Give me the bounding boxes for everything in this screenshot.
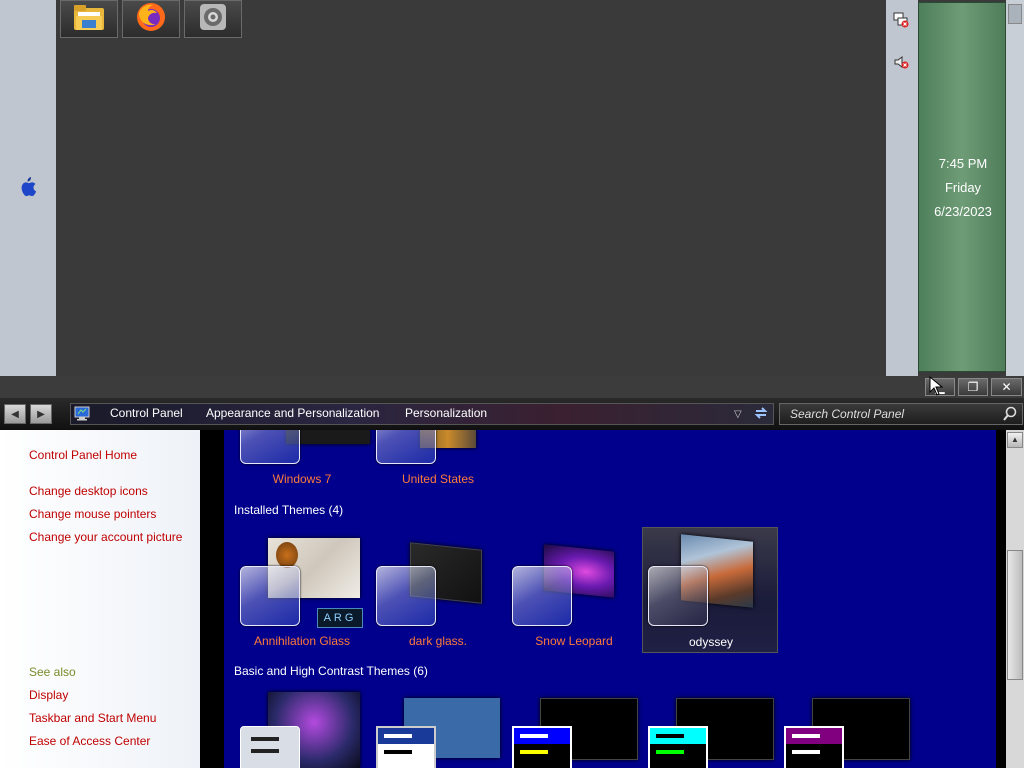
swatch-bar <box>520 750 548 754</box>
file-explorer-icon <box>72 2 106 37</box>
change-desktop-icons-link[interactable]: Change desktop icons <box>29 484 148 498</box>
apple-icon[interactable] <box>18 176 38 198</box>
swatch-bar <box>251 749 279 753</box>
address-dropdown-icon[interactable]: ▽ <box>734 409 742 420</box>
display-link[interactable]: Display <box>29 688 68 702</box>
control-panel-icon <box>74 405 90 421</box>
scroll-up-button[interactable]: ▲ <box>1007 432 1023 448</box>
clock-date: 6/23/2023 <box>934 204 992 219</box>
theme-tile-high-contrast-3[interactable] <box>778 688 914 768</box>
firefox-icon <box>135 1 167 38</box>
forward-button[interactable]: ▶ <box>30 404 52 424</box>
breadcrumb-control-panel[interactable]: Control Panel <box>110 406 183 420</box>
close-button[interactable]: ✕ <box>991 378 1022 396</box>
theme-glass-swatch <box>240 566 300 626</box>
swatch-bar <box>656 750 684 754</box>
theme-glass-swatch <box>512 566 572 626</box>
tiger-image <box>276 542 298 568</box>
theme-name: United States <box>401 472 475 486</box>
theme-tile-annihilation-glass[interactable]: ARG Annihilation Glass <box>234 528 370 652</box>
edge-scroll-thumb[interactable] <box>1008 4 1022 24</box>
basic-themes-heading: Basic and High Contrast Themes (6) <box>234 664 428 678</box>
back-arrow-icon: ◀ <box>11 408 19 420</box>
breadcrumb-appearance[interactable]: Appearance and Personalization <box>206 406 379 420</box>
clock-time: 7:45 PM <box>938 156 988 171</box>
theme-window-swatch <box>376 726 436 768</box>
volume-muted-icon[interactable] <box>893 54 909 70</box>
change-mouse-pointers-link[interactable]: Change mouse pointers <box>29 507 156 521</box>
swatch-bar <box>251 737 279 741</box>
control-panel-home-link[interactable]: Control Panel Home <box>29 448 137 462</box>
swatch-bar <box>792 750 820 754</box>
theme-name: Annihilation Glass <box>253 634 351 648</box>
desktop-area <box>56 0 886 376</box>
theme-tile-basic-1[interactable] <box>234 688 370 768</box>
theme-tile-dark-glass[interactable]: dark glass. <box>370 528 506 652</box>
system-settings-button[interactable] <box>184 0 242 38</box>
search-input[interactable]: Search Control Panel <box>779 403 1023 425</box>
back-button[interactable]: ◀ <box>4 404 26 424</box>
forward-arrow-icon: ▶ <box>37 408 45 420</box>
theme-window-swatch <box>648 726 708 768</box>
theme-name: odyssey <box>688 635 734 649</box>
window-title-bar <box>0 376 1024 398</box>
theme-name: dark glass. <box>408 634 468 648</box>
theme-tile-basic-2[interactable] <box>370 688 506 768</box>
theme-glass-swatch <box>240 430 300 464</box>
clock-panel[interactable]: 7:45 PM Friday 6/23/2023 <box>918 2 1006 372</box>
theme-tile-odyssey-selected[interactable]: odyssey <box>642 527 778 653</box>
theme-glass-swatch <box>376 566 436 626</box>
theme-tile-snow-leopard[interactable]: Snow Leopard <box>506 528 642 652</box>
see-also-heading: See also <box>29 665 76 679</box>
swatch-bar <box>792 734 820 738</box>
search-icon[interactable] <box>1002 406 1018 422</box>
vertical-scrollbar[interactable]: ▲ <box>1006 430 1024 768</box>
mouse-cursor-icon <box>929 375 944 396</box>
firefox-button[interactable] <box>122 0 180 38</box>
breadcrumb-personalization[interactable]: Personalization <box>405 406 487 420</box>
arg-badge: ARG <box>317 608 363 628</box>
taskbar-start-menu-link[interactable]: Taskbar and Start Menu <box>29 711 156 725</box>
theme-window-swatch <box>240 726 300 768</box>
swatch-bar <box>520 734 548 738</box>
ease-of-access-link[interactable]: Ease of Access Center <box>29 734 150 748</box>
desktop-right-edge <box>1006 0 1024 376</box>
theme-tile-windows7[interactable]: Windows 7 <box>234 430 370 490</box>
theme-glass-swatch <box>376 430 436 464</box>
refresh-icon[interactable] <box>753 405 769 421</box>
content-left-border <box>200 430 224 768</box>
system-settings-icon <box>198 2 228 37</box>
theme-name: Windows 7 <box>272 472 332 486</box>
theme-window-swatch <box>512 726 572 768</box>
swatch-bar <box>656 734 684 738</box>
theme-window-swatch <box>784 726 844 768</box>
restore-button[interactable]: ❐ <box>958 378 988 396</box>
theme-tile-high-contrast-2[interactable] <box>642 688 778 768</box>
network-icon[interactable] <box>893 12 909 28</box>
theme-glass-swatch <box>648 566 708 626</box>
theme-tile-high-contrast-1[interactable] <box>506 688 642 768</box>
theme-name: Snow Leopard <box>535 634 613 648</box>
file-explorer-button[interactable] <box>60 0 118 38</box>
installed-themes-heading: Installed Themes (4) <box>234 503 344 517</box>
swatch-bar <box>384 750 412 754</box>
theme-tile-united-states[interactable]: United States <box>370 430 506 490</box>
themes-list: Windows 7 United States Installed Themes… <box>224 430 996 768</box>
clock-day: Friday <box>944 180 982 195</box>
content-right-border <box>996 430 1006 768</box>
change-account-picture-link[interactable]: Change your account picture <box>29 530 182 544</box>
scroll-thumb[interactable] <box>1007 550 1023 680</box>
swatch-bar <box>384 734 412 738</box>
